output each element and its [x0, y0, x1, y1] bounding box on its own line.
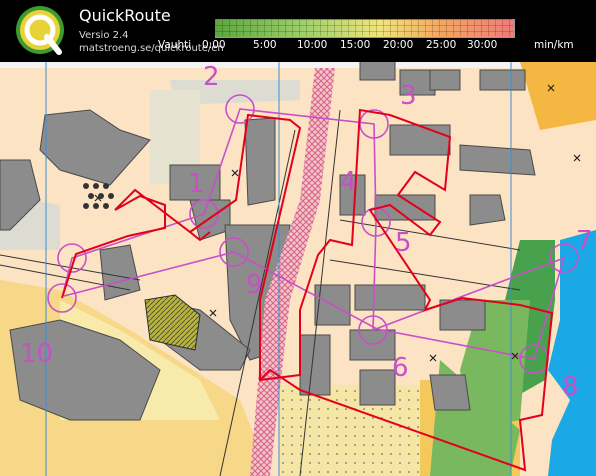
orienteering-map[interactable]: 1 2 3 4 5 6 7 8 9 10 [0, 62, 596, 476]
control-number-7: 7 [576, 226, 593, 256]
control-number-9: 9 [246, 270, 263, 300]
control-number-1: 1 [188, 169, 205, 199]
pace-scale-label: Vauhti [158, 39, 192, 51]
control-number-6: 6 [392, 353, 409, 383]
quickroute-logo-icon [16, 6, 64, 55]
pace-tick-label: 15:00 [340, 39, 371, 51]
pace-tick-label: 0:00 [202, 39, 226, 51]
control-number-10: 10 [20, 339, 53, 369]
pace-tick-label: 25:00 [426, 39, 457, 51]
app-version: Versio 2.4 [79, 30, 129, 41]
app-header: QuickRoute Versio 2.4 matstroeng.se/quic… [0, 0, 596, 62]
pace-tick-label: 10:00 [297, 39, 328, 51]
pace-tick-label: 5:00 [253, 39, 277, 51]
control-number-8: 8 [562, 372, 579, 402]
pace-unit-label: min/km [534, 39, 574, 51]
control-number-2: 2 [203, 62, 220, 92]
control-number-5: 5 [395, 228, 412, 258]
map-top-edge [0, 62, 596, 68]
pace-color-scale-grid [215, 19, 513, 36]
pace-tick-label: 30:00 [467, 39, 498, 51]
pace-tick-label: 20:00 [383, 39, 414, 51]
app-title: QuickRoute [79, 6, 171, 25]
control-number-3: 3 [400, 81, 417, 111]
control-number-4: 4 [340, 167, 357, 197]
